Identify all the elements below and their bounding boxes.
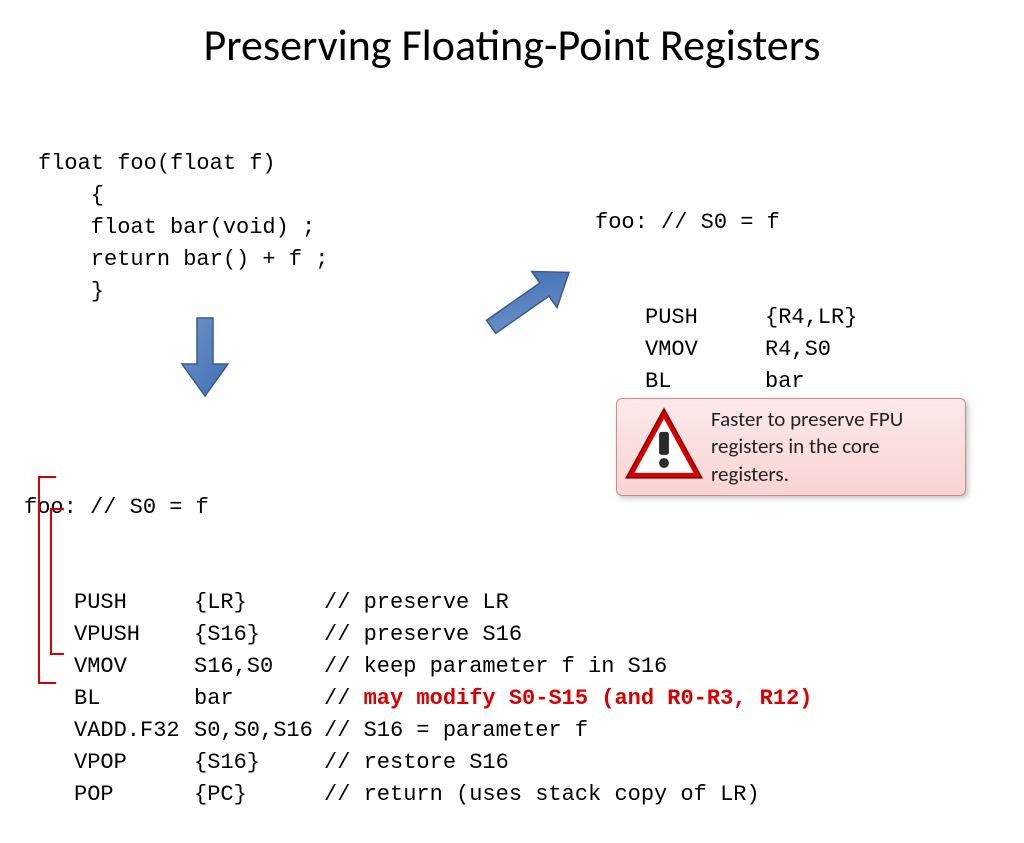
asm-row: BLbar <box>595 366 871 398</box>
bracket-inner <box>50 508 64 655</box>
asm-row: VMOVS16,S0// keep parameter f in S16 <box>24 651 812 683</box>
callout-box: Faster to preserve FPU registers in the … <box>616 398 966 496</box>
asm-row: VADD.F32S0,S0,S16// S16 = parameter f <box>24 715 812 747</box>
asm-bottom-label: foo: // S0 = f <box>24 492 812 524</box>
asm-row: POP{PC}// return (uses stack copy of LR) <box>24 779 812 811</box>
asm-row: PUSH{R4,LR} <box>595 302 871 334</box>
slide-title: Preserving Floating-Point Registers <box>0 18 1024 72</box>
asm-row: VMOVR4,S0 <box>595 334 871 366</box>
asm-row: VPOP{S16}// restore S16 <box>24 747 812 779</box>
c-source-block: float foo(float f) { float bar(void) ; r… <box>38 148 328 307</box>
asm-row: BLbar// may modify S0-S15 (and R0-R3, R1… <box>24 683 812 715</box>
arrow-diagonal-icon <box>473 261 583 346</box>
warning-icon <box>623 404 705 491</box>
asm-row: PUSH{LR}// preserve LR <box>24 587 812 619</box>
asm-right-label: foo: // S0 = f <box>595 207 871 239</box>
asm-row: VPUSH{S16}// preserve S16 <box>24 619 812 651</box>
arrow-down-icon <box>180 316 230 403</box>
callout-text: Faster to preserve FPU registers in the … <box>705 406 951 488</box>
